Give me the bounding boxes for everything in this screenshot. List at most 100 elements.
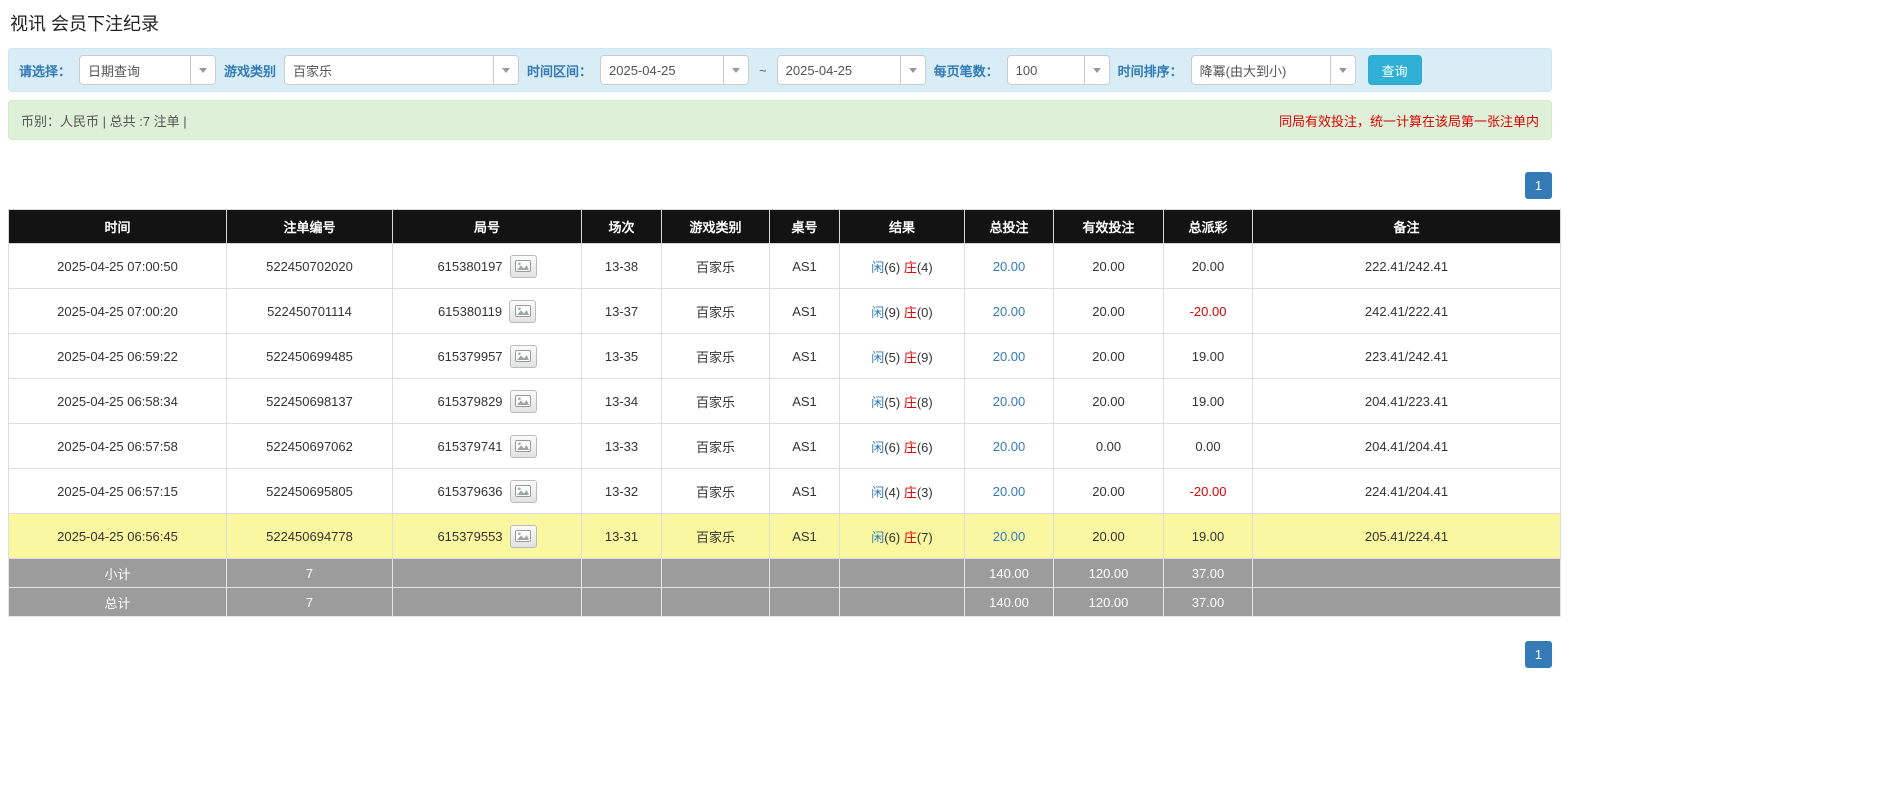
total-bet-link[interactable]: 20.00: [993, 304, 1026, 319]
cell-result: 闲(5) 庄(9): [839, 333, 965, 379]
cell-note: 205.41/224.41: [1252, 513, 1561, 559]
time-sort-input[interactable]: [1191, 56, 1330, 84]
grand-total-row: 总计 7 140.00 120.00 37.00: [8, 587, 1561, 617]
game-type-dropdown-button[interactable]: [493, 56, 519, 84]
cards-image-icon: [515, 485, 532, 497]
column-header: 备注: [1252, 209, 1561, 244]
total-bet-link[interactable]: 20.00: [993, 394, 1026, 409]
round-cards-button[interactable]: [509, 389, 537, 413]
result-player-score: (6): [884, 529, 901, 545]
valid-bet-sum: 120.00: [1053, 587, 1164, 617]
cell-result: 闲(6) 庄(6): [839, 423, 965, 469]
total-bet-link[interactable]: 20.00: [993, 529, 1026, 544]
cards-image-icon: [514, 305, 531, 317]
page-size-label: 每页笔数：: [933, 63, 999, 79]
result-banker-score: (9): [916, 349, 933, 365]
cell-payout: -20.00: [1163, 468, 1253, 514]
result-banker-label: 庄: [903, 349, 917, 365]
caret-down-icon: [1338, 67, 1347, 73]
caret-down-icon: [199, 67, 208, 73]
round-cards-button[interactable]: [509, 254, 537, 278]
total-bet-sum: 140.00: [964, 587, 1054, 617]
round-number: 615380197: [437, 258, 503, 274]
query-type-input[interactable]: [80, 56, 191, 84]
page-size-input[interactable]: [1007, 56, 1084, 84]
round-cards-button[interactable]: [509, 344, 537, 368]
round-number: 615379829: [437, 393, 503, 409]
date-from-combo: [600, 55, 750, 85]
result-banker-label: 庄: [903, 529, 917, 545]
total-bet-link[interactable]: 20.00: [993, 484, 1026, 499]
cell-payout: -20.00: [1163, 288, 1253, 334]
cell-time: 2025-04-25 06:58:34: [8, 378, 227, 424]
cell-game-type: 百家乐: [661, 468, 770, 514]
payout-value: 20.00: [1191, 258, 1225, 274]
cell-empty: [392, 587, 582, 617]
page-1-button-bottom[interactable]: 1: [1525, 641, 1552, 668]
date-to-dropdown-button[interactable]: [899, 56, 925, 84]
page-1-button-top[interactable]: 1: [1525, 172, 1552, 199]
query-type-combo: [79, 55, 217, 85]
column-header: 场次: [581, 209, 662, 244]
date-to-combo: [776, 55, 926, 85]
cell-bet-id: 522450697062: [226, 423, 393, 469]
page-container: 视讯 会员下注纪录 请选择： 游戏类别 时间区间： ~ 每页笔数： 时间排序：: [0, 0, 1561, 686]
cell-note: 222.41/242.41: [1252, 243, 1561, 289]
round-cards-button[interactable]: [509, 299, 537, 323]
column-header: 有效投注: [1053, 209, 1164, 244]
total-bet-link[interactable]: 20.00: [993, 349, 1026, 364]
game-type-input[interactable]: [285, 56, 494, 84]
cell-note: 242.41/222.41: [1252, 288, 1561, 334]
cell-valid-bet: 20.00: [1053, 288, 1164, 334]
round-cards-button[interactable]: [509, 524, 537, 548]
cell-round-id: 615379957: [392, 333, 582, 379]
cell-result: 闲(4) 庄(3): [839, 468, 965, 514]
cell-time: 2025-04-25 06:57:58: [8, 423, 227, 469]
cards-image-icon: [515, 440, 532, 452]
subtotal-row: 小计 7 140.00 120.00 37.00: [8, 558, 1561, 588]
cell-game-type: 百家乐: [661, 333, 770, 379]
page-size-dropdown-button[interactable]: [1083, 56, 1109, 84]
result-banker-score: (6): [916, 439, 933, 455]
cell-bet-id: 522450701114: [226, 288, 393, 334]
payout-sum: 37.00: [1163, 558, 1253, 588]
cell-session: 13-37: [581, 288, 662, 334]
total-bet-link[interactable]: 20.00: [993, 259, 1026, 274]
result-banker-score: (0): [916, 304, 933, 320]
cards-image-icon: [515, 350, 532, 362]
pagination-bottom: 1: [8, 641, 1552, 668]
total-label: 小计: [8, 558, 227, 588]
cell-time: 2025-04-25 06:57:15: [8, 468, 227, 514]
query-type-dropdown-button[interactable]: [190, 56, 216, 84]
cell-valid-bet: 20.00: [1053, 333, 1164, 379]
round-cards-button[interactable]: [509, 479, 537, 503]
cell-total-bet: 20.00: [964, 333, 1054, 379]
total-bet-link[interactable]: 20.00: [993, 439, 1026, 454]
payout-value: 0.00: [1195, 438, 1221, 454]
cell-valid-bet: 20.00: [1053, 243, 1164, 289]
cell-bet-id: 522450699485: [226, 333, 393, 379]
time-sort-dropdown-button[interactable]: [1329, 56, 1355, 84]
cell-total-bet: 20.00: [964, 378, 1054, 424]
date-from-input[interactable]: [601, 56, 724, 84]
payout-value: -20.00: [1189, 483, 1227, 499]
cell-empty: [661, 587, 770, 617]
table-header-row: 时间 注单编号 局号 场次 游戏类别 桌号 结果 总投注 有效投注 总派彩 备注: [8, 209, 1561, 244]
cell-game-type: 百家乐: [661, 243, 770, 289]
page-title: 视讯 会员下注纪录: [10, 14, 160, 34]
round-cards-button[interactable]: [509, 434, 537, 458]
date-to-input[interactable]: [777, 56, 900, 84]
search-button[interactable]: 查询: [1367, 55, 1422, 85]
caret-down-icon: [502, 67, 511, 73]
result-player-score: (6): [884, 259, 901, 275]
total-count: 7: [226, 587, 393, 617]
cell-table-number: AS1: [769, 513, 840, 559]
cards-image-icon: [515, 260, 532, 272]
result-player-label: 闲: [871, 394, 885, 410]
cell-bet-id: 522450694778: [226, 513, 393, 559]
column-header: 总投注: [964, 209, 1054, 244]
column-header: 时间: [8, 209, 227, 244]
date-from-dropdown-button[interactable]: [723, 56, 749, 84]
cell-round-id: 615379553: [392, 513, 582, 559]
result-banker-score: (8): [916, 394, 933, 410]
